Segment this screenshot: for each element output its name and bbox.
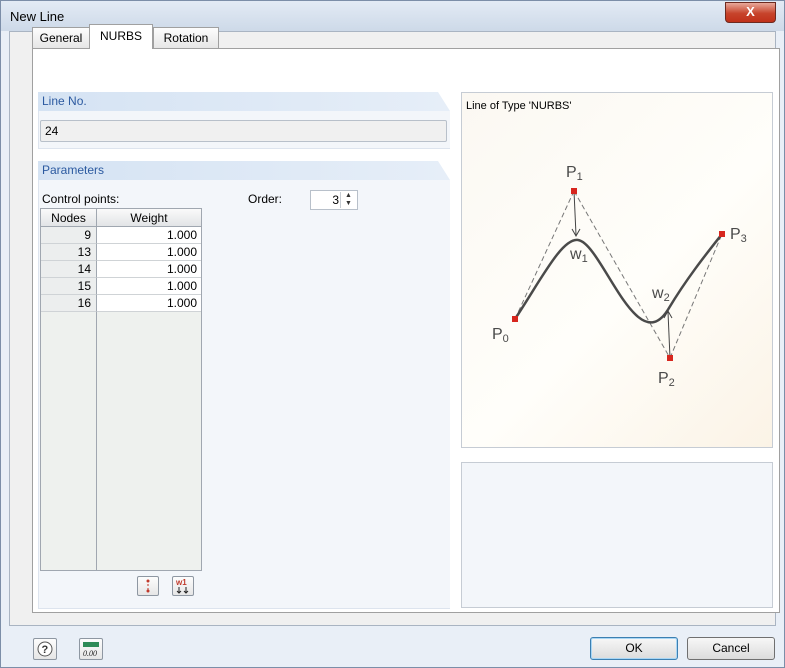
control-points-table[interactable]: Nodes Weight 9 1.000 13 1.000 14 1.000 1… bbox=[40, 208, 202, 571]
table-row-node[interactable]: 16 bbox=[41, 295, 97, 312]
control-points-label: Control points: bbox=[42, 192, 120, 206]
column-header-nodes[interactable]: Nodes bbox=[41, 209, 97, 227]
tab-rotation[interactable]: Rotation bbox=[153, 27, 219, 48]
table-row-node[interactable]: 14 bbox=[41, 261, 97, 278]
control-point-p1 bbox=[571, 188, 577, 194]
line-no-header: Line No. bbox=[38, 92, 450, 111]
table-row-weight[interactable]: 1.000 bbox=[97, 261, 201, 278]
order-spinner[interactable]: 3 ▲ ▼ bbox=[310, 190, 358, 210]
control-point-p3 bbox=[719, 231, 725, 237]
table-row-node[interactable]: 13 bbox=[41, 244, 97, 261]
spin-down-icon[interactable]: ▼ bbox=[341, 200, 356, 208]
preview-info-panel bbox=[461, 462, 773, 608]
dialog-window: New Line X General NURBS Rotation Line N… bbox=[0, 0, 785, 668]
label-p1: P1 bbox=[566, 164, 583, 183]
units-button[interactable]: 0.00 bbox=[79, 638, 103, 660]
pick-nodes-button[interactable] bbox=[137, 576, 159, 596]
table-row-weight[interactable]: 1.000 bbox=[97, 278, 201, 295]
order-value: 3 bbox=[332, 193, 339, 207]
pick-nodes-icon bbox=[146, 579, 150, 593]
weights-icon: w1 bbox=[175, 578, 189, 594]
nurbs-curve bbox=[513, 233, 723, 324]
window-title: New Line bbox=[10, 9, 65, 24]
parameters-header: Parameters bbox=[38, 161, 450, 180]
spin-up-icon[interactable]: ▲ bbox=[341, 192, 356, 200]
label-w2: w2 bbox=[651, 285, 670, 304]
label-w1: w1 bbox=[569, 246, 588, 265]
svg-text:?: ? bbox=[42, 644, 49, 656]
close-button[interactable]: X bbox=[725, 2, 776, 23]
ok-button[interactable]: OK bbox=[590, 637, 678, 660]
help-icon: ? bbox=[37, 641, 53, 657]
control-point-p0 bbox=[512, 316, 518, 322]
order-label: Order: bbox=[248, 192, 283, 206]
label-p3: P3 bbox=[730, 226, 747, 245]
column-header-weight[interactable]: Weight bbox=[97, 209, 201, 227]
tab-general[interactable]: General bbox=[32, 27, 90, 48]
line-no-field[interactable]: 24 bbox=[40, 120, 447, 142]
help-button[interactable]: ? bbox=[33, 638, 57, 660]
table-row-node[interactable]: 15 bbox=[41, 278, 97, 295]
nurbs-preview-panel: Line of Type 'NURBS' P0 P1 P2 P3 w1 w2 bbox=[461, 92, 773, 448]
table-row-weight[interactable]: 1.000 bbox=[97, 227, 201, 244]
label-p2: P2 bbox=[658, 370, 675, 389]
tab-nurbs[interactable]: NURBS bbox=[89, 24, 153, 49]
control-point-p2 bbox=[667, 355, 673, 361]
cancel-button[interactable]: Cancel bbox=[687, 637, 775, 660]
table-row-node[interactable]: 9 bbox=[41, 227, 97, 244]
decimal-units-icon: 0.00 bbox=[83, 642, 99, 658]
set-weights-button[interactable]: w1 bbox=[172, 576, 194, 596]
nurbs-diagram: P0 P1 P2 P3 w1 w2 bbox=[492, 164, 747, 389]
svg-text:0.00: 0.00 bbox=[83, 649, 97, 658]
table-row-weight[interactable]: 1.000 bbox=[97, 295, 201, 312]
table-row-weight[interactable]: 1.000 bbox=[97, 244, 201, 261]
label-p0: P0 bbox=[492, 326, 509, 345]
weights-icon-text: w1 bbox=[175, 578, 187, 587]
